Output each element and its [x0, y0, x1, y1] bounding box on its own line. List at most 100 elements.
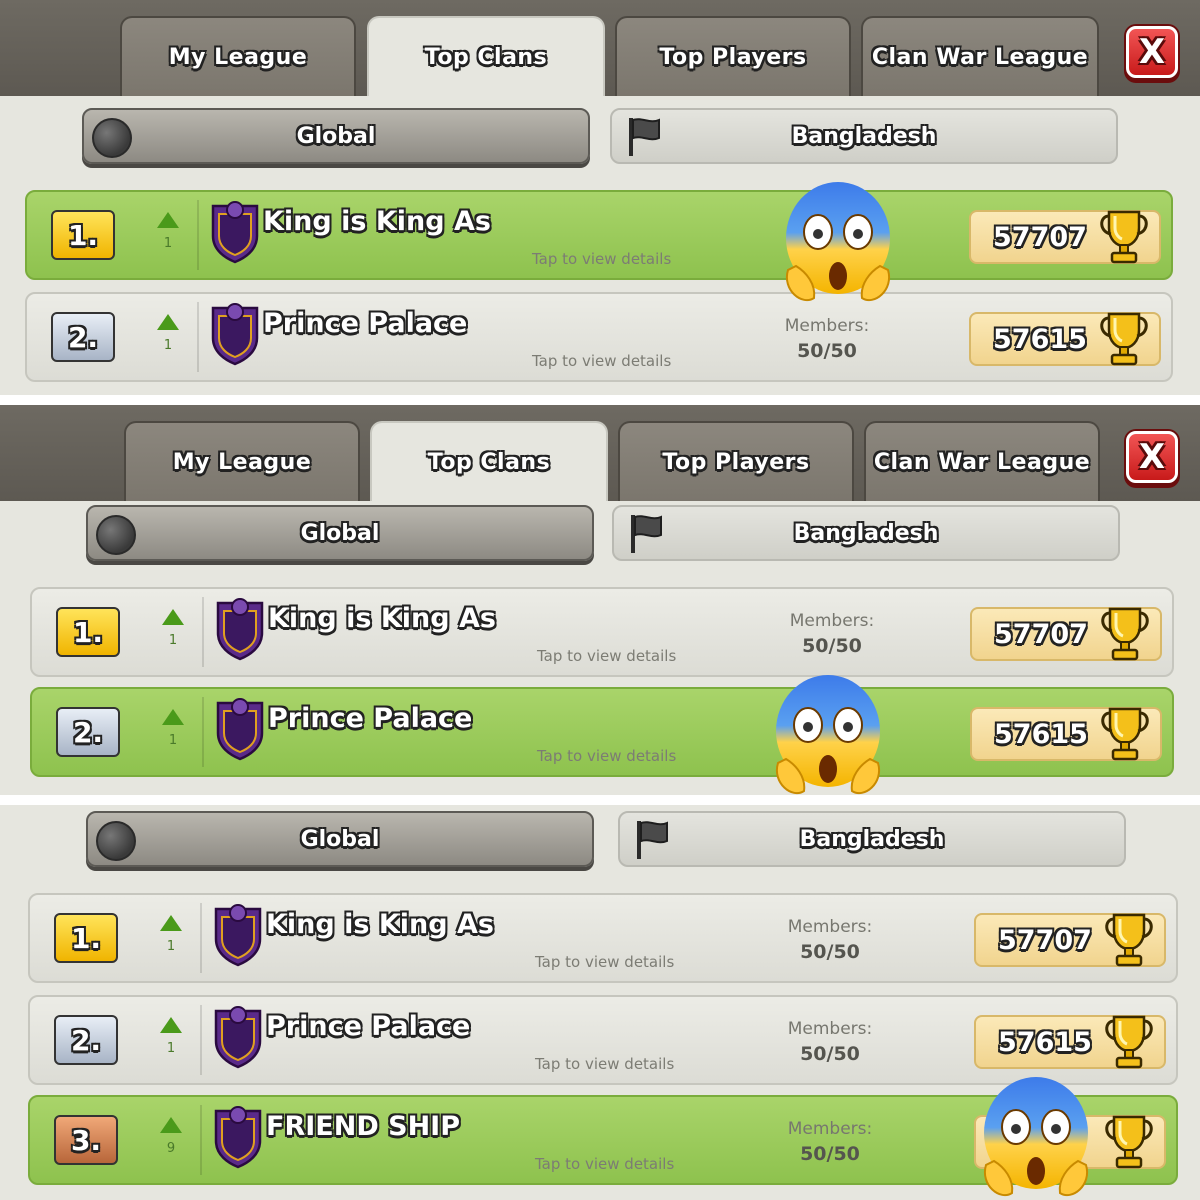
- clan-row[interactable]: 1. 1 King is King As Tap to view details…: [25, 190, 1173, 280]
- rank-badge: 3.: [54, 1115, 118, 1165]
- global-filter-button[interactable]: Global: [82, 108, 590, 164]
- rank-change: 9: [166, 1141, 176, 1156]
- members-label: Members:: [787, 1019, 873, 1039]
- members-count: 50/50: [797, 340, 857, 362]
- tab-top-players[interactable]: Top Players: [615, 16, 851, 96]
- tap-hint: Tap to view details: [535, 1055, 675, 1073]
- trophy-icon: [1095, 308, 1153, 370]
- tab-my-league[interactable]: My League: [124, 421, 360, 501]
- rank-up-arrow-icon: [160, 915, 182, 931]
- trophy-icon: [1100, 1111, 1158, 1173]
- tab-clan-war-league[interactable]: Clan War League: [864, 421, 1100, 501]
- flag-icon: [626, 116, 662, 158]
- clan-row[interactable]: 2. 1 Prince Palace Tap to view details M…: [25, 292, 1173, 382]
- rank-number: 2.: [67, 320, 99, 354]
- row-divider: [200, 1105, 202, 1175]
- members-count: 50/50: [800, 1143, 860, 1165]
- rank-up-arrow-icon: [160, 1017, 182, 1033]
- leaderboard-panel: My League Top Clans Top Players Clan War…: [0, 405, 1200, 795]
- trophy-count-box: 57615: [970, 707, 1162, 761]
- filter-label: Bangladesh: [791, 123, 937, 149]
- row-divider: [202, 597, 204, 667]
- tab-bar: My League Top Clans Top Players Clan War…: [0, 0, 1200, 96]
- global-filter-button[interactable]: Global: [86, 505, 594, 561]
- tab-top-players[interactable]: Top Players: [618, 421, 854, 501]
- trophy-count: 57707: [994, 619, 1088, 650]
- close-button[interactable]: X: [1126, 26, 1178, 78]
- rank-number: 1.: [67, 218, 99, 252]
- rank-change: 1: [166, 1041, 176, 1056]
- clan-row[interactable]: 2. 1 Prince Palace Tap to view details 5…: [30, 687, 1174, 777]
- trophy-count-box: 57615: [969, 312, 1161, 366]
- tab-my-league[interactable]: My League: [120, 16, 356, 96]
- clan-badge-icon: [212, 697, 268, 761]
- clan-row[interactable]: 1. 1 King is King As Tap to view details…: [28, 893, 1178, 983]
- rank-badge: 2.: [54, 1015, 118, 1065]
- rank-number: 1.: [72, 615, 104, 649]
- members-label: Members:: [784, 316, 870, 336]
- local-filter-button[interactable]: Bangladesh: [610, 108, 1118, 164]
- trophy-count: 57707: [998, 925, 1092, 956]
- trophy-count: 57615: [993, 324, 1087, 355]
- members-label: Members:: [789, 611, 875, 631]
- close-icon: X: [1138, 32, 1166, 72]
- shocked-emoji: [980, 1075, 1092, 1200]
- tap-hint: Tap to view details: [535, 1155, 675, 1173]
- members-count: 50/50: [802, 635, 862, 657]
- close-button[interactable]: X: [1126, 431, 1178, 483]
- tab-label: My League: [168, 44, 308, 70]
- tap-hint: Tap to view details: [535, 953, 675, 971]
- rank-badge: 1.: [51, 210, 115, 260]
- trophy-count-box: 57707: [970, 607, 1162, 661]
- globe-icon: [96, 821, 136, 861]
- rank-change: 1: [166, 939, 176, 954]
- shocked-emoji: [782, 180, 894, 308]
- shocked-emoji: [772, 673, 884, 795]
- clan-name: King is King As: [268, 603, 496, 634]
- tap-hint: Tap to view details: [537, 647, 677, 665]
- row-divider: [197, 200, 199, 270]
- rank-badge: 1.: [56, 607, 120, 657]
- tab-label: My League: [172, 449, 312, 475]
- local-filter-button[interactable]: Bangladesh: [618, 811, 1126, 867]
- tab-clan-war-league[interactable]: Clan War League: [861, 16, 1099, 96]
- rank-up-arrow-icon: [162, 609, 184, 625]
- clan-badge-icon: [210, 1005, 266, 1069]
- tab-label: Clan War League: [871, 44, 1089, 70]
- rank-change: 1: [163, 338, 173, 353]
- global-filter-button[interactable]: Global: [86, 811, 594, 867]
- tap-hint: Tap to view details: [532, 250, 672, 268]
- clan-row[interactable]: 1. 1 King is King As Tap to view details…: [30, 587, 1174, 677]
- row-divider: [197, 302, 199, 372]
- trophy-count-box: 57615: [974, 1015, 1166, 1069]
- tap-hint: Tap to view details: [532, 352, 672, 370]
- tap-hint: Tap to view details: [537, 747, 677, 765]
- local-filter-button[interactable]: Bangladesh: [612, 505, 1120, 561]
- rank-change: 1: [163, 236, 173, 251]
- tab-top-clans[interactable]: Top Clans: [367, 16, 605, 96]
- clan-name: Prince Palace: [266, 1011, 471, 1042]
- clan-badge-icon: [210, 1105, 266, 1169]
- rank-badge: 2.: [51, 312, 115, 362]
- rank-up-arrow-icon: [160, 1117, 182, 1133]
- trophy-icon: [1100, 909, 1158, 971]
- clan-badge-icon: [207, 302, 263, 366]
- close-icon: X: [1138, 437, 1166, 477]
- row-divider: [200, 903, 202, 973]
- trophy-count-box: 57707: [969, 210, 1161, 264]
- rank-number: 3.: [70, 1123, 102, 1157]
- clan-name: Prince Palace: [263, 308, 468, 339]
- globe-icon: [92, 118, 132, 158]
- leaderboard-panel: My League Top Clans Top Players Clan War…: [0, 0, 1200, 395]
- filter-label: Global: [296, 123, 376, 149]
- tab-top-clans[interactable]: Top Clans: [370, 421, 608, 501]
- leaderboard-panel: Global Bangladesh 1. 1 King is King As T…: [0, 805, 1200, 1200]
- flag-icon: [628, 513, 664, 555]
- clan-name: King is King As: [266, 909, 494, 940]
- clan-badge-icon: [207, 200, 263, 264]
- flag-icon: [634, 819, 670, 861]
- members-count: 50/50: [800, 1043, 860, 1065]
- clan-row[interactable]: 2. 1 Prince Palace Tap to view details M…: [28, 995, 1178, 1085]
- tab-label: Top Clans: [427, 449, 551, 475]
- globe-icon: [96, 515, 136, 555]
